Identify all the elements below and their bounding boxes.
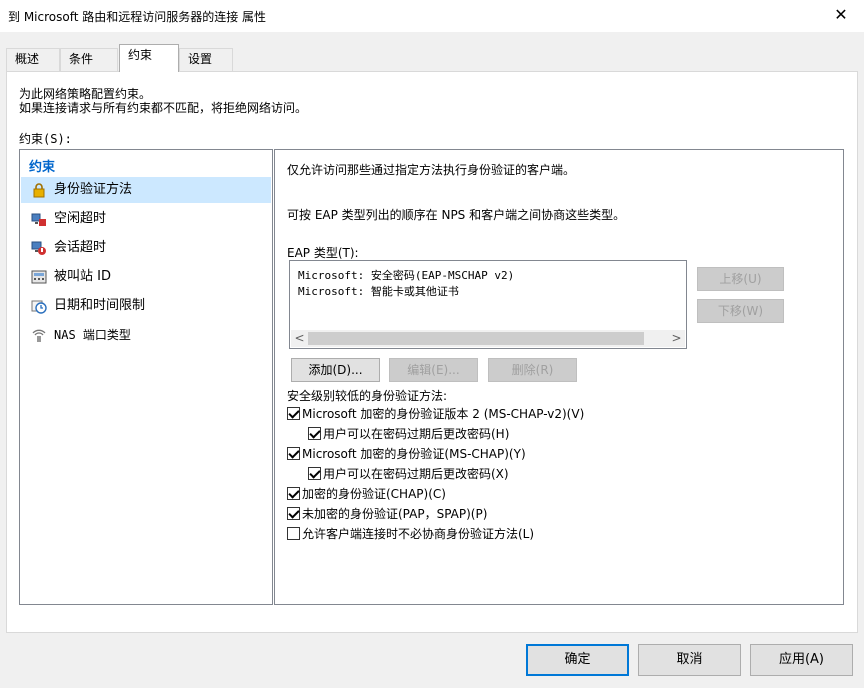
cancel-button[interactable]: 取消 — [638, 644, 741, 676]
remove-eap-button[interactable]: 删除(R) — [488, 358, 577, 382]
scroll-right-icon[interactable]: > — [668, 330, 685, 347]
chap-checkbox[interactable] — [287, 487, 300, 500]
constraint-item-label: NAS 端口类型 — [54, 328, 131, 342]
mschapv2-checkbox[interactable] — [287, 407, 300, 420]
mschapv2-change-password-option[interactable]: 用户可以在密码过期后更改密码(H) — [308, 426, 509, 442]
pap-checkbox[interactable] — [287, 507, 300, 520]
wireless-icon — [31, 327, 47, 343]
intro-text-2: 如果连接请求与所有约束都不匹配，将拒绝网络访问。 — [19, 101, 308, 115]
constraint-item-called-station-id[interactable]: 被叫站 ID — [21, 264, 271, 290]
constraints-list-header: 约束 — [29, 160, 56, 175]
move-down-button[interactable]: 下移(W) — [697, 299, 784, 323]
mschap-change-password-option[interactable]: 用户可以在密码过期后更改密码(X) — [308, 466, 509, 482]
scrollbar-thumb[interactable] — [308, 332, 644, 345]
mschap-checkbox[interactable] — [287, 447, 300, 460]
mschapv2-label: Microsoft 加密的身份验证版本 2 (MS-CHAP-v2)(V) — [302, 407, 585, 421]
move-up-button[interactable]: 上移(U) — [697, 267, 784, 291]
mschap-label: Microsoft 加密的身份验证(MS-CHAP)(Y) — [302, 447, 526, 461]
tab-settings[interactable]: 设置 — [179, 48, 233, 71]
constraints-list[interactable]: 约束 身份验证方法 空闲超时 会话超时 被叫站 ID 日期和时间限制 NAS 端… — [19, 149, 273, 605]
title-bar: 到 Microsoft 路由和远程访问服务器的连接 属性 ✕ — [0, 0, 864, 32]
less-secure-methods-label: 安全级别较低的身份验证方法: — [287, 389, 448, 403]
add-eap-button[interactable]: 添加(D)... — [291, 358, 380, 382]
constraint-item-label: 被叫站 ID — [54, 269, 111, 284]
mschap-option[interactable]: Microsoft 加密的身份验证(MS-CHAP)(Y) — [287, 446, 526, 462]
constraint-item-date-time[interactable]: 日期和时间限制 — [21, 293, 271, 319]
mschap-change-password-checkbox[interactable] — [308, 467, 321, 480]
idle-timeout-icon — [31, 211, 47, 227]
constraint-item-label: 日期和时间限制 — [54, 298, 146, 313]
scroll-left-icon[interactable]: < — [291, 330, 308, 347]
constraint-item-idle-timeout[interactable]: 空闲超时 — [21, 206, 271, 232]
mschapv2-change-password-checkbox[interactable] — [308, 427, 321, 440]
auth-methods-pane: 仅允许访问那些通过指定方法执行身份验证的客户端。 可按 EAP 类型列出的顺序在… — [274, 149, 844, 605]
eap-list-horizontal-scrollbar[interactable]: < > — [291, 330, 685, 347]
no-negotiation-option[interactable]: 允许客户端连接时不必协商身份验证方法(L) — [287, 526, 534, 542]
mschap-change-password-label: 用户可以在密码过期后更改密码(X) — [323, 467, 509, 481]
constraint-item-label: 空闲超时 — [54, 211, 107, 226]
pap-label: 未加密的身份验证(PAP，SPAP)(P) — [302, 507, 488, 521]
chap-label: 加密的身份验证(CHAP)(C) — [302, 487, 446, 501]
ok-button[interactable]: 确定 — [526, 644, 629, 676]
tab-overview[interactable]: 概述 — [6, 48, 60, 71]
mschapv2-option[interactable]: Microsoft 加密的身份验证版本 2 (MS-CHAP-v2)(V) — [287, 406, 584, 422]
no-negotiation-checkbox[interactable] — [287, 527, 300, 540]
edit-eap-button[interactable]: 编辑(E)... — [389, 358, 478, 382]
constraint-item-label: 会话超时 — [54, 240, 107, 255]
constraint-item-auth-methods[interactable]: 身份验证方法 — [21, 177, 271, 203]
tab-conditions[interactable]: 条件 — [60, 48, 118, 71]
auth-description: 仅允许访问那些通过指定方法执行身份验证的客户端。 — [287, 163, 576, 177]
constraint-item-label: 身份验证方法 — [54, 182, 133, 197]
constraint-item-session-timeout[interactable]: 会话超时 — [21, 235, 271, 261]
eap-types-label: EAP 类型(T): — [287, 246, 359, 260]
lock-icon — [31, 182, 47, 198]
called-station-icon — [31, 269, 47, 285]
close-icon[interactable]: ✕ — [818, 0, 864, 32]
mschapv2-change-password-label: 用户可以在密码过期后更改密码(H) — [323, 427, 510, 441]
window-title: 到 Microsoft 路由和远程访问服务器的连接 属性 — [8, 10, 267, 24]
tab-constraints[interactable]: 约束 — [119, 44, 179, 72]
session-timeout-icon — [31, 240, 47, 256]
constraints-label: 约束(S): — [19, 132, 72, 146]
chap-option[interactable]: 加密的身份验证(CHAP)(C) — [287, 486, 446, 502]
apply-button[interactable]: 应用(A) — [750, 644, 853, 676]
constraints-tab-panel: 为此网络策略配置约束。 如果连接请求与所有约束都不匹配，将拒绝网络访问。 约束(… — [6, 71, 858, 633]
pap-option[interactable]: 未加密的身份验证(PAP，SPAP)(P) — [287, 506, 487, 522]
constraint-item-nas-port-type[interactable]: NAS 端口类型 — [21, 322, 271, 348]
clock-icon — [31, 298, 47, 314]
eap-type-item[interactable]: Microsoft: 智能卡或其他证书 — [298, 283, 459, 299]
eap-type-item[interactable]: Microsoft: 安全密码(EAP-MSCHAP v2) — [298, 267, 514, 283]
eap-types-list[interactable]: Microsoft: 安全密码(EAP-MSCHAP v2) Microsoft… — [289, 260, 687, 349]
eap-order-description: 可按 EAP 类型列出的顺序在 NPS 和客户端之间协商这些类型。 — [287, 208, 626, 222]
no-negotiation-label: 允许客户端连接时不必协商身份验证方法(L) — [302, 527, 535, 541]
